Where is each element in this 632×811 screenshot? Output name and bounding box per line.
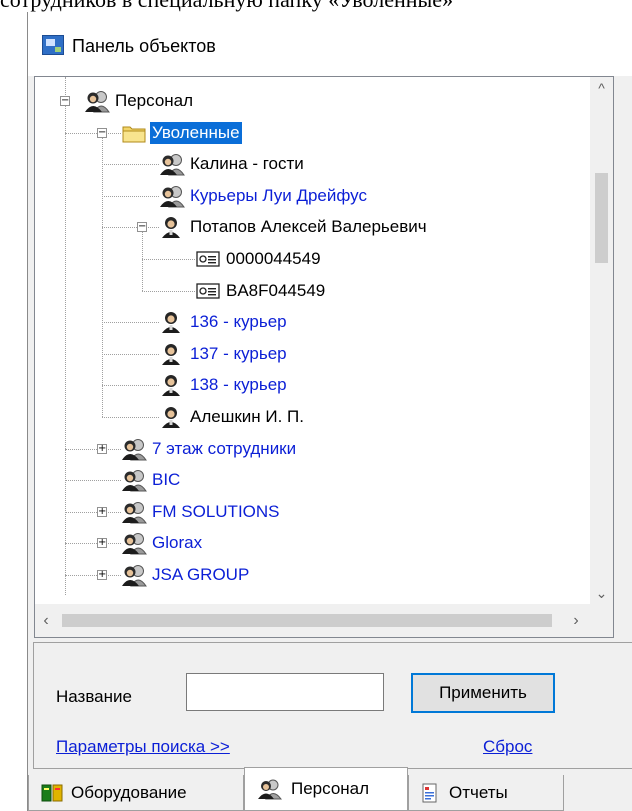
tree-item-label[interactable]: BA8F044549 (224, 280, 327, 302)
tree-view[interactable]: − Персонал − Уволенные Калина - гости Курьеры… (34, 76, 614, 638)
card-icon (196, 282, 220, 299)
tab-reports[interactable]: Отчеты (408, 775, 564, 811)
tree-connector-line (102, 417, 159, 418)
collapse-icon[interactable]: − (97, 127, 107, 138)
reset-link[interactable]: Сброс (483, 737, 532, 757)
tree-connector-line (102, 385, 159, 387)
report-icon (422, 783, 437, 802)
collapse-icon[interactable]: − (60, 96, 70, 106)
scroll-right-icon[interactable]: › (565, 604, 587, 637)
top-text: сотрудников в специальную папку «Уволенн… (0, 0, 453, 12)
vertical-scroll-thumb[interactable] (595, 173, 608, 263)
tree-item-label[interactable]: 0000044549 (224, 248, 323, 270)
tree-item-label[interactable]: 137 - курьер (188, 343, 289, 365)
tree-connector-line (65, 575, 121, 576)
tree-connector-line (102, 132, 103, 417)
scroll-up-icon[interactable]: ^ (590, 77, 613, 99)
group-icon (122, 565, 147, 587)
tree-item-label[interactable]: FM SOLUTIONS (150, 501, 282, 523)
tree-connector-line (102, 195, 159, 197)
tree-connector-line (65, 101, 66, 595)
tree-connector-line (65, 448, 121, 450)
group-icon (122, 470, 147, 492)
tree-connector-line (102, 164, 159, 166)
folder-icon (122, 126, 146, 143)
title-bar: Панель объектов (28, 12, 632, 76)
horizontal-scrollbar[interactable]: ‹ › (35, 604, 590, 637)
group-icon (122, 533, 147, 555)
expand-icon[interactable]: + (97, 538, 107, 549)
tree-item-label[interactable]: Персонал (113, 90, 195, 112)
tree-item-label[interactable]: BIC (150, 469, 182, 491)
tree-connector-line (65, 480, 121, 482)
tree-item-label[interactable]: Курьеры Луи Дрейфус (188, 185, 369, 207)
person-icon (162, 312, 180, 334)
tab-personnel-label: Персонал (291, 779, 370, 798)
tab-equipment-label: Оборудование (71, 782, 187, 802)
tree-item-label[interactable]: 138 - курьер (188, 374, 289, 396)
expand-icon[interactable]: + (97, 570, 107, 580)
tree-connector-line (65, 543, 121, 545)
group-icon (122, 438, 147, 461)
scroll-left-icon[interactable]: ‹ (35, 604, 57, 637)
tree-item-label[interactable]: 7 этаж сотрудники (150, 438, 298, 460)
tab-personnel[interactable]: Персонал (244, 767, 408, 811)
search-panel: Название Применить Параметры поиска >> С… (33, 642, 632, 769)
tree-connector-line (142, 290, 195, 292)
expand-icon[interactable]: + (97, 443, 107, 454)
name-label: Название (56, 687, 132, 706)
group-icon (85, 91, 110, 113)
scroll-down-icon[interactable]: ⌄ (590, 582, 613, 604)
person-icon (162, 217, 180, 239)
vertical-scrollbar[interactable]: ^ ⌄ (590, 77, 613, 604)
tree-connector-line (102, 227, 159, 229)
tree-connector-line (142, 259, 195, 260)
scrollbar-corner (590, 604, 613, 637)
object-panel-window: Панель объектов − Персонал − Уволенные Калин… (27, 12, 632, 811)
person-icon (162, 375, 180, 397)
card-icon (196, 251, 220, 267)
tree-connector-line (102, 353, 159, 355)
tree-item-label[interactable]: 136 - курьер (188, 311, 289, 333)
person-icon (162, 407, 180, 428)
tab-equipment[interactable]: Оборудование (28, 775, 244, 811)
tree-item-label[interactable]: Glorax (150, 532, 204, 554)
tab-reports-label: Отчеты (449, 782, 508, 802)
collapse-icon[interactable]: − (137, 222, 147, 233)
app-icon (42, 35, 64, 55)
horizontal-scroll-thumb[interactable] (62, 614, 552, 627)
top-clipped-text: сотрудников в специальную папку «Уволенн… (0, 0, 632, 12)
tree-content: − Персонал − Уволенные Калина - гости Курьеры… (35, 77, 590, 604)
equipment-icon (41, 784, 63, 801)
tree-item-label[interactable]: JSA GROUP (150, 564, 251, 586)
tree-connector-line (65, 132, 121, 134)
tree-item-label[interactable]: Потапов Алексей Валерьевич (188, 216, 429, 238)
tree-item-label[interactable]: Уволенные (150, 121, 242, 144)
tree-connector-line (65, 511, 121, 513)
group-icon (160, 185, 185, 208)
search-params-link[interactable]: Параметры поиска >> (56, 737, 230, 757)
group-icon (258, 779, 282, 800)
group-icon (160, 154, 185, 176)
person-icon (162, 343, 180, 365)
tree-connector-line (102, 322, 159, 324)
apply-button[interactable]: Применить (411, 673, 555, 713)
window-title: Панель объектов (72, 36, 216, 56)
expand-icon[interactable]: + (97, 506, 107, 517)
bottom-tabs: Оборудование Персонал Отчеты (28, 767, 632, 811)
group-icon (122, 501, 147, 524)
tree-item-label[interactable]: Калина - гости (188, 153, 306, 175)
name-search-input[interactable] (186, 673, 384, 711)
tree-item-label[interactable]: Алешкин И. П. (188, 406, 306, 428)
